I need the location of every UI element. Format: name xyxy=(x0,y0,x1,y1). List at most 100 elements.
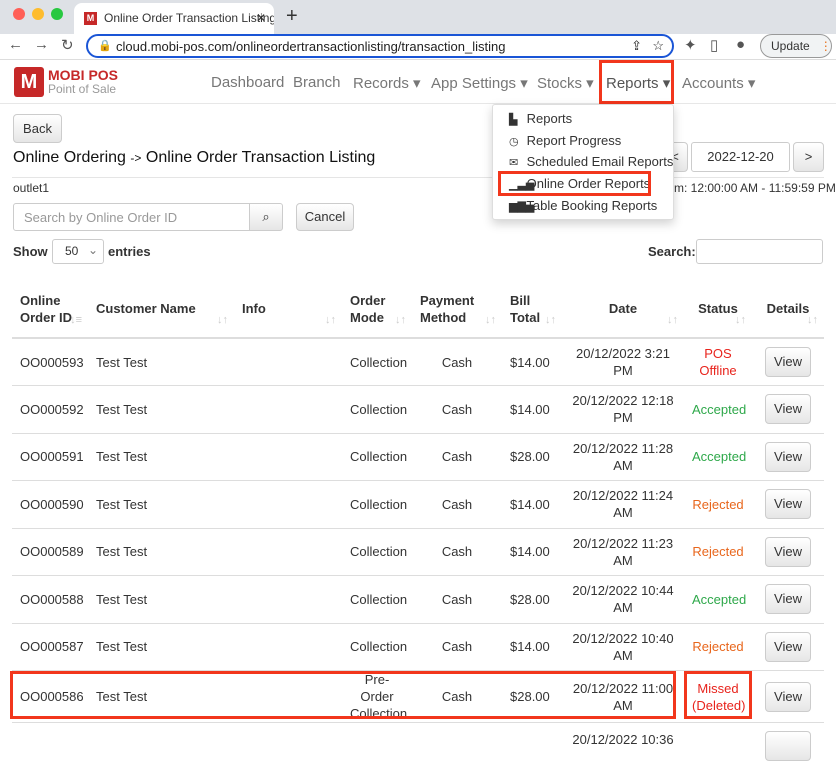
top-navbar: M MOBI POS Point of Sale Dashboard Branc… xyxy=(0,60,836,104)
status-highlight xyxy=(684,671,752,719)
customer-name-cell: Test Test xyxy=(88,623,234,671)
profile-icon[interactable]: ● xyxy=(736,36,745,53)
cancel-button[interactable]: Cancel xyxy=(296,203,354,231)
status-cell: Accepted xyxy=(684,386,752,434)
search-button[interactable]: ⌕ xyxy=(249,203,283,231)
table-row: 20/12/2022 10:36 xyxy=(12,723,824,770)
customer-name-cell: Test Test xyxy=(88,338,234,386)
details-cell: View xyxy=(752,386,824,434)
view-button[interactable]: View xyxy=(765,442,811,472)
update-button[interactable]: Update⋮ xyxy=(760,34,832,58)
view-button[interactable]: View xyxy=(765,584,811,614)
envelope-icon: ✉ xyxy=(509,156,523,169)
chevron-down-icon: ⌄ xyxy=(88,243,98,257)
menu-item-report-progress[interactable]: ◷ Report Progress xyxy=(509,133,621,148)
forward-arrow-icon[interactable]: → xyxy=(34,36,49,53)
browser-tab-bar: MOnline Order Transaction Listing✕ + xyxy=(0,0,836,34)
status-cell: Rejected xyxy=(684,528,752,576)
header-order-mode[interactable]: Order Mode↓↑ xyxy=(342,280,412,338)
table-row: OO000590Test TestCollectionCash$14.0020/… xyxy=(12,481,824,529)
view-button[interactable]: View xyxy=(765,347,811,377)
nav-dashboard[interactable]: Dashboard xyxy=(211,74,284,91)
close-window-button[interactable] xyxy=(13,8,25,20)
menu-item-scheduled-email-reports[interactable]: ✉ Scheduled Email Reports xyxy=(509,154,673,169)
view-button[interactable]: View xyxy=(765,394,811,424)
info-cell xyxy=(234,338,342,386)
payment-method-cell xyxy=(412,723,502,770)
details-cell: View xyxy=(752,623,824,671)
entries-select[interactable]: 50 ⌄ xyxy=(52,239,104,264)
view-button[interactable]: View xyxy=(765,537,811,567)
view-button[interactable]: View xyxy=(765,682,811,712)
order-id-search-input[interactable]: Search by Online Order ID xyxy=(13,203,250,231)
nav-branch[interactable]: Branch xyxy=(293,74,341,91)
payment-method-cell: Cash xyxy=(412,623,502,671)
reload-icon[interactable]: ↻ xyxy=(61,36,74,54)
date-input[interactable]: 2022-12-20 xyxy=(691,142,790,172)
bill-total-cell: $28.00 xyxy=(502,433,562,481)
breadcrumb-online-ordering[interactable]: Online Ordering xyxy=(13,149,126,166)
table-row: OO000591Test TestCollectionCash$28.0020/… xyxy=(12,433,824,481)
header-bill-total[interactable]: Bill Total↓↑ xyxy=(502,280,562,338)
date-cell: 20/12/2022 11:24 AM xyxy=(562,481,684,529)
url-input[interactable]: 🔒cloud.mobi-pos.com/onlineordertransacti… xyxy=(86,34,674,58)
next-date-button[interactable]: > xyxy=(793,142,824,172)
table-search-input[interactable] xyxy=(696,239,823,264)
header-customer-name[interactable]: Customer Name↓↑ xyxy=(88,280,234,338)
back-arrow-icon[interactable]: ← xyxy=(8,36,23,53)
menu-item-label: Reports xyxy=(527,111,573,126)
date-cell: 20/12/2022 10:36 xyxy=(562,723,684,770)
brand-name: MOBI POS xyxy=(48,67,118,83)
header-order-id[interactable]: Online Order ID↓≡ xyxy=(12,280,88,338)
customer-name-cell: Test Test xyxy=(88,481,234,529)
status-cell: POS Offline xyxy=(684,338,752,386)
date-cell: 20/12/2022 10:40 AM xyxy=(562,623,684,671)
nav-records[interactable]: Records ▾ xyxy=(353,74,421,92)
search-placeholder: Search by Online Order ID xyxy=(24,210,177,225)
view-button[interactable]: View xyxy=(765,632,811,662)
order-id-cell: OO000593 xyxy=(12,338,88,386)
status-cell: Rejected xyxy=(684,481,752,529)
payment-method-cell: Cash xyxy=(412,481,502,529)
header-status[interactable]: Status↓↑ xyxy=(684,280,752,338)
nav-stocks[interactable]: Stocks ▾ xyxy=(537,74,594,92)
order-id-cell: OO000589 xyxy=(12,528,88,576)
sidebar-icon[interactable]: ▯ xyxy=(710,36,718,54)
divider xyxy=(12,177,824,178)
date-cell: 20/12/2022 11:28 AM xyxy=(562,433,684,481)
header-date[interactable]: Date↓↑ xyxy=(562,280,684,338)
date-cell: 20/12/2022 11:23 AM xyxy=(562,528,684,576)
bill-total-cell: $14.00 xyxy=(502,338,562,386)
payment-method-cell: Cash xyxy=(412,576,502,624)
extensions-icon[interactable]: ✦ xyxy=(684,36,697,54)
nav-app-settings[interactable]: App Settings ▾ xyxy=(431,74,528,92)
nav-accounts[interactable]: Accounts ▾ xyxy=(682,74,755,92)
header-payment-method[interactable]: Payment Method↓↑ xyxy=(412,280,502,338)
bill-total-cell: $28.00 xyxy=(502,576,562,624)
close-tab-icon[interactable]: ✕ xyxy=(256,11,266,25)
customer-name-cell: Test Test xyxy=(88,528,234,576)
header-info[interactable]: Info↓↑ xyxy=(234,280,342,338)
payment-method-cell: Cash xyxy=(412,386,502,434)
header-details[interactable]: Details↓↑ xyxy=(752,280,824,338)
table-row: OO000587Test TestCollectionCash$14.0020/… xyxy=(12,623,824,671)
customer-name-cell xyxy=(88,723,234,770)
favicon-icon: M xyxy=(84,12,97,25)
back-button[interactable]: Back xyxy=(13,114,62,143)
table-search-label: Search: xyxy=(648,244,696,259)
order-mode-cell: Collection xyxy=(342,433,412,481)
menu-item-reports[interactable]: ▙ Reports xyxy=(509,111,572,126)
brand-logo[interactable]: M xyxy=(14,67,44,97)
maximize-window-button[interactable] xyxy=(51,8,63,20)
view-button[interactable] xyxy=(765,731,811,761)
info-cell xyxy=(234,481,342,529)
new-tab-button[interactable]: + xyxy=(286,5,298,28)
view-button[interactable]: View xyxy=(765,489,811,519)
browser-tab[interactable]: MOnline Order Transaction Listing✕ xyxy=(74,3,274,34)
order-id-cell xyxy=(12,723,88,770)
share-icon[interactable]: ⇪ xyxy=(631,38,642,54)
menu-item-table-booking-reports[interactable]: ▆▇▅ Table Booking Reports xyxy=(509,198,657,213)
entries-value: 50 xyxy=(65,244,78,258)
star-icon[interactable]: ☆ xyxy=(652,38,664,54)
minimize-window-button[interactable] xyxy=(32,8,44,20)
